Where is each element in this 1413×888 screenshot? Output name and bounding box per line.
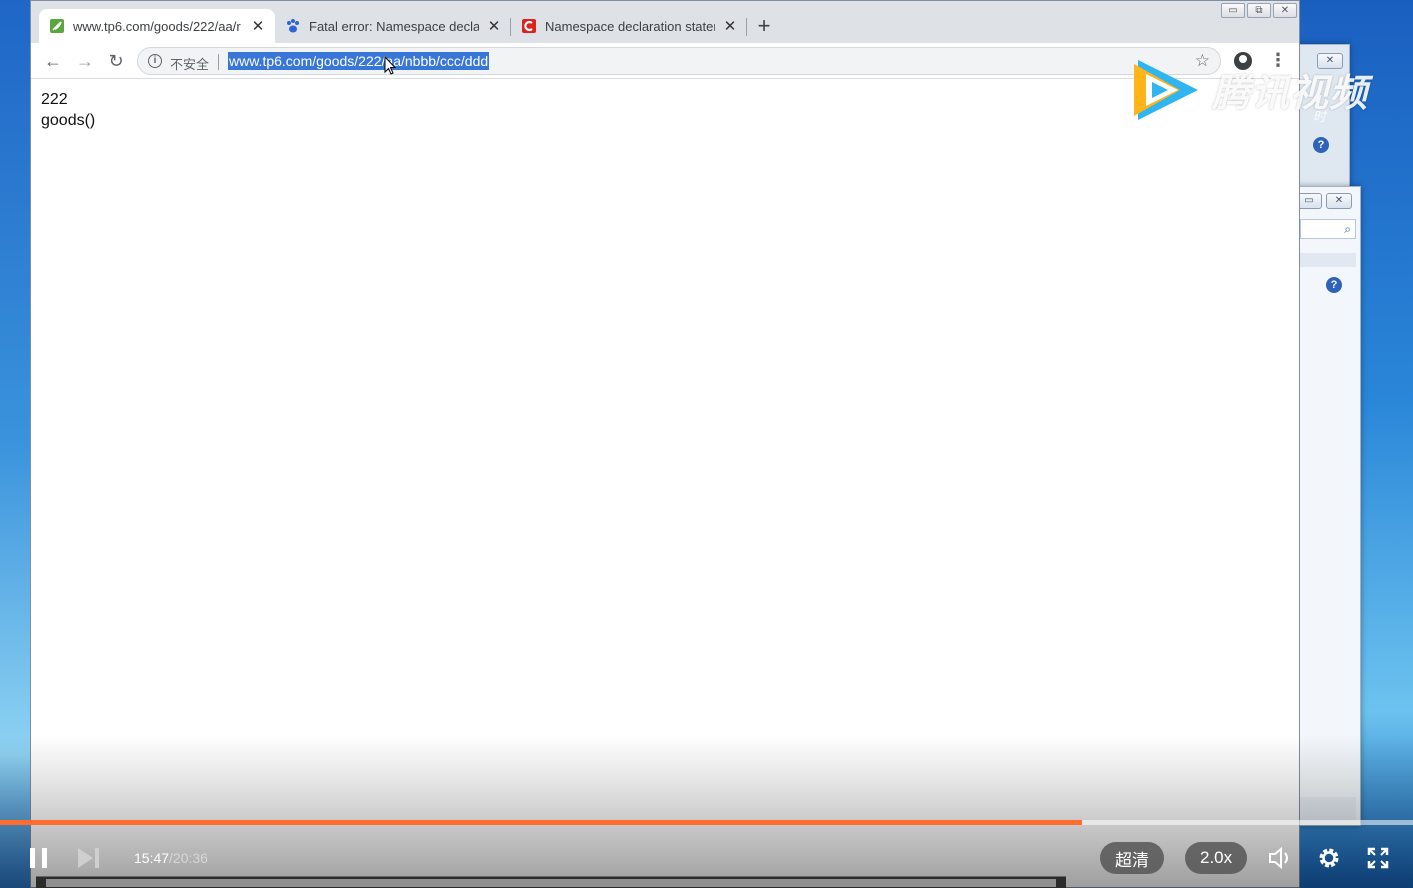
url-text[interactable]: www.tp6.com/goods/222/aa/nbbb/ccc/ddd — [228, 52, 490, 70]
minimize-icon[interactable]: ▭ — [1221, 3, 1245, 18]
fullscreen-icon — [1367, 847, 1389, 869]
close-icon[interactable]: ✕ — [251, 17, 265, 35]
background-window-2: ▭ ✕ ⌕ ? — [1295, 186, 1361, 826]
new-tab-button[interactable]: + — [747, 9, 781, 43]
restore-icon[interactable]: ⧉ — [1247, 3, 1271, 18]
paw-favicon-icon — [285, 18, 301, 34]
skip-next-icon — [78, 848, 99, 868]
watermark-slogan: 不负好时光 — [1214, 110, 1347, 144]
c-favicon-icon — [521, 18, 537, 34]
progress-bar[interactable] — [0, 820, 1413, 825]
tab-baidu[interactable]: Fatal error: Namespace declar ✕ — [275, 9, 511, 43]
page-content: 222 goods() — [41, 89, 95, 131]
volume-button[interactable] — [1268, 843, 1294, 873]
search-input[interactable]: ⌕ — [1300, 219, 1356, 239]
close-icon[interactable]: ✕ — [1326, 193, 1352, 209]
browser-toolbar: ← → ↻ i 不安全 www.tp6.com/goods/222/aa/nbb… — [31, 43, 1299, 79]
tab-csdn[interactable]: Namespace declaration staten ✕ — [511, 9, 747, 43]
tab-strip: www.tp6.com/goods/222/aa/r ✕ Fatal error… — [31, 1, 1299, 43]
leaf-favicon-icon — [49, 18, 65, 34]
reload-icon[interactable]: ↻ — [105, 50, 127, 72]
taskbar-scrollbar[interactable] — [36, 876, 1066, 888]
close-icon[interactable]: ✕ — [1273, 3, 1297, 18]
tab-label: Namespace declaration staten — [545, 18, 715, 34]
speed-button[interactable]: 2.0x — [1185, 842, 1248, 874]
scrollbar-thumb[interactable] — [46, 879, 1056, 887]
current-time: 15:47 — [134, 850, 170, 866]
gear-icon — [1319, 848, 1339, 868]
close-icon[interactable]: ✕ — [723, 17, 737, 35]
back-arrow-icon[interactable]: ← — [42, 50, 64, 72]
tab-label: www.tp6.com/goods/222/aa/r — [73, 18, 241, 34]
close-icon[interactable]: ✕ — [487, 17, 501, 35]
quality-button[interactable]: 超清 — [1100, 842, 1164, 874]
forward-arrow-icon[interactable]: → — [74, 50, 96, 72]
output-line: goods() — [41, 112, 96, 129]
settings-button[interactable] — [1316, 843, 1342, 873]
mouse-cursor-icon — [384, 56, 396, 75]
play-logo-icon — [1134, 60, 1198, 120]
progress-played — [0, 820, 1083, 825]
security-label[interactable]: 不安全 — [170, 54, 209, 73]
output-line: 222 — [41, 91, 68, 108]
toolbar-band — [1300, 253, 1356, 267]
fullscreen-button[interactable] — [1366, 843, 1390, 873]
pause-button[interactable] — [28, 843, 50, 873]
address-bar[interactable]: i 不安全 www.tp6.com/goods/222/aa/nbbb/ccc/… — [137, 47, 1221, 75]
pause-icon — [30, 848, 47, 868]
tab-tp6[interactable]: www.tp6.com/goods/222/aa/r ✕ — [39, 9, 275, 43]
total-time: /20:36 — [169, 850, 208, 866]
playback-time: 15:47 /20:36 — [134, 843, 208, 873]
speaker-icon — [1269, 846, 1288, 870]
tencent-video-watermark: 腾讯视频 不负好时光 — [1128, 54, 1378, 144]
help-icon[interactable]: ? — [1326, 277, 1342, 293]
next-button[interactable] — [76, 843, 102, 873]
info-icon[interactable]: i — [148, 54, 162, 68]
tab-label: Fatal error: Namespace declar — [309, 18, 479, 34]
